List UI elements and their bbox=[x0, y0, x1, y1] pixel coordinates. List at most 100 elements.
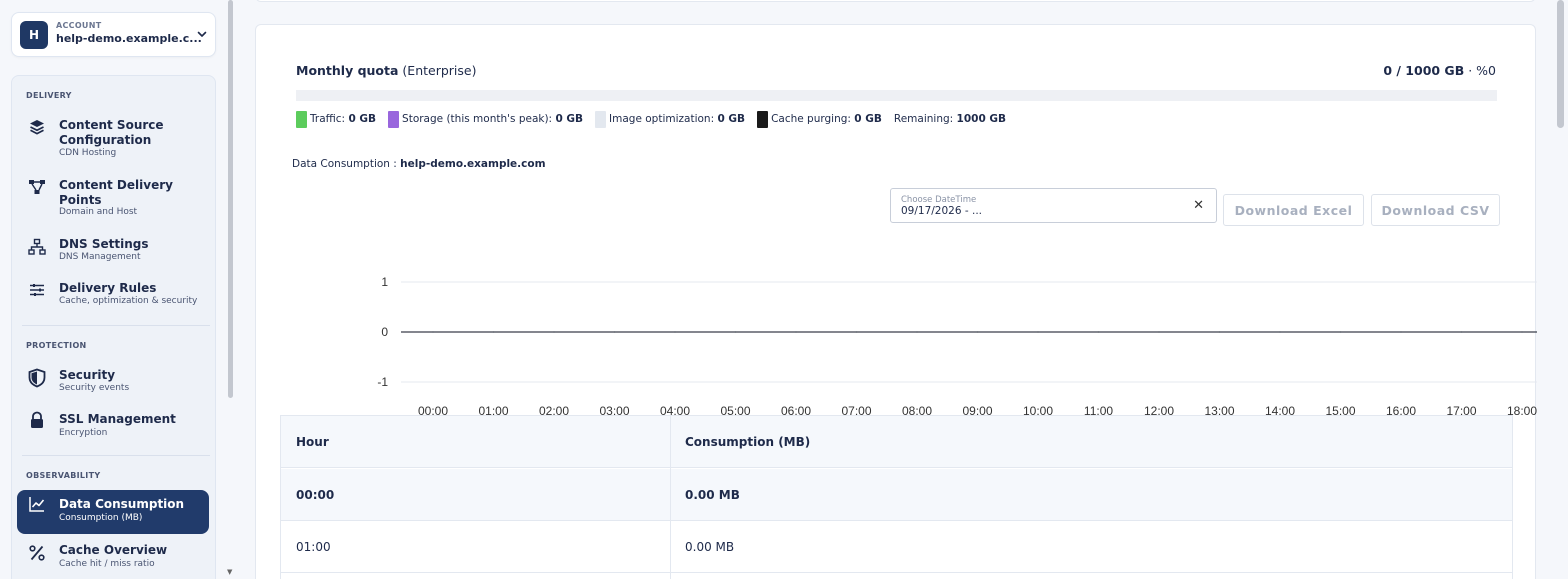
x-tick-label: 15:00 bbox=[1325, 404, 1355, 415]
data-point bbox=[1279, 331, 1281, 333]
section-label-protection: PROTECTION bbox=[26, 341, 87, 350]
scroll-down-arrow-icon[interactable]: ▼ bbox=[227, 568, 232, 576]
legend-swatch bbox=[757, 110, 769, 128]
sidebar-item-subtitle: Security events bbox=[59, 383, 130, 393]
table-cell-consumption: 0.00 MB bbox=[685, 540, 735, 554]
datetime-picker[interactable]: Choose DateTime 09/17/2026 - ... ✕ bbox=[890, 188, 1217, 223]
data-point bbox=[1339, 331, 1342, 333]
sidebar-item-content-source[interactable]: Content Source Configuration CDN Hosting bbox=[17, 114, 209, 162]
sidebar-item-data-consumption[interactable]: Data Consumption Consumption (MB) bbox=[17, 490, 209, 534]
account-name: help-demo.example.c... bbox=[56, 32, 202, 45]
sitemap-icon bbox=[27, 237, 47, 257]
lock-icon bbox=[27, 410, 47, 430]
x-tick-label: 02:00 bbox=[539, 404, 569, 415]
sidebar-item-subtitle: Encryption bbox=[59, 428, 108, 438]
data-point bbox=[855, 331, 858, 333]
quota-title-label: Monthly quota bbox=[296, 63, 399, 78]
legend-swatch bbox=[296, 110, 307, 128]
sliders-icon bbox=[27, 280, 47, 300]
sidebar-item-dns-settings[interactable]: DNS Settings DNS Management bbox=[17, 234, 209, 268]
x-tick-label: 18:00 bbox=[1507, 404, 1537, 415]
network-icon bbox=[27, 177, 47, 197]
quota-legend: Traffic: 0 GB Storage (this month's peak… bbox=[296, 110, 1018, 128]
data-point bbox=[492, 331, 495, 333]
table-row: 01:00 0.00 MB bbox=[281, 521, 1512, 573]
y-tick-label: 0 bbox=[381, 325, 388, 339]
legend-item-storage: Storage (this month's peak): 0 GB bbox=[388, 110, 583, 128]
data-point bbox=[432, 331, 434, 333]
legend-value: 0 GB bbox=[854, 113, 882, 125]
sidebar-item-delivery-rules[interactable]: Delivery Rules Cache, optimization & sec… bbox=[17, 278, 209, 312]
quota-plan: (Enterprise) bbox=[402, 63, 477, 78]
table-cell-hour: 01:00 bbox=[296, 540, 331, 554]
x-tick-label: 11:00 bbox=[1084, 404, 1113, 415]
sidebar-item-label: Content Delivery Points bbox=[59, 178, 173, 207]
consumption-chart: 1 0 -1 00:00 01:00 02:00 03:00 04:00 05:00 06:00 0… bbox=[377, 275, 1537, 415]
consumption-domain: help-demo.example.com bbox=[400, 158, 546, 170]
x-tick-label: 12:00 bbox=[1144, 404, 1174, 415]
shield-icon bbox=[27, 368, 47, 388]
chart-line-icon bbox=[27, 494, 47, 514]
legend-item-image-optimization: Image optimization: 0 GB bbox=[595, 110, 746, 128]
percent-icon bbox=[27, 543, 47, 563]
x-tick-label: 07:00 bbox=[841, 404, 871, 415]
data-point bbox=[976, 331, 979, 333]
x-tick-label: 05:00 bbox=[720, 404, 750, 415]
x-tick-label: 04:00 bbox=[660, 404, 690, 415]
data-point bbox=[1097, 331, 1100, 333]
page-scrollbar[interactable] bbox=[1557, 0, 1564, 128]
sidebar-item-ssl-management[interactable]: SSL Management Encryption bbox=[17, 409, 209, 443]
quota-progress-bar bbox=[296, 90, 1497, 101]
table-header-row: Hour Consumption (MB) bbox=[281, 416, 1512, 468]
section-label-observability: OBSERVABILITY bbox=[26, 471, 101, 480]
x-tick-label: 17:00 bbox=[1446, 404, 1476, 415]
data-point bbox=[613, 331, 616, 333]
sidebar-item-subtitle: Cache, optimization & security bbox=[59, 296, 198, 306]
sidebar-item-subtitle: DNS Management bbox=[59, 252, 141, 262]
sidebar-item-security[interactable]: Security Security events bbox=[17, 365, 209, 399]
legend-item-cache-purging: Cache purging: 0 GB bbox=[757, 110, 882, 128]
sidebar-scrollbar[interactable] bbox=[228, 0, 233, 398]
data-point bbox=[1037, 331, 1039, 333]
datetime-picker-value: 09/17/2026 - ... bbox=[901, 205, 982, 217]
quota-percent: · %0 bbox=[1468, 63, 1496, 78]
datetime-picker-label: Choose DateTime bbox=[901, 195, 977, 205]
sidebar-item-subtitle: CDN Hosting bbox=[59, 148, 117, 158]
sidebar-item-label: Cache Overview bbox=[59, 543, 168, 557]
table-cell-consumption: 0.00 MB bbox=[685, 488, 740, 502]
data-consumption-panel: Monthly quota (Enterprise) 0 / 1000 GB ·… bbox=[255, 24, 1537, 579]
x-tick-label: 10:00 bbox=[1023, 404, 1053, 415]
download-csv-button[interactable]: Download CSV bbox=[1371, 194, 1500, 226]
sidebar-item-cache-overview[interactable]: Cache Overview Cache hit / miss ratio bbox=[17, 540, 209, 574]
chevron-down-icon[interactable] bbox=[195, 27, 209, 41]
quota-usage: 0 / 1000 GB bbox=[1383, 63, 1465, 78]
download-excel-button[interactable]: Download Excel bbox=[1223, 194, 1364, 226]
legend-value: 0 GB bbox=[717, 113, 746, 125]
section-divider bbox=[22, 325, 210, 326]
legend-label: Image optimization: bbox=[609, 113, 715, 125]
sidebar-item-content-delivery[interactable]: Content Delivery Points Domain and Host bbox=[17, 174, 209, 222]
previous-card-edge bbox=[255, 0, 1536, 2]
legend-label: Traffic: bbox=[310, 113, 346, 125]
y-tick-label: 1 bbox=[381, 275, 388, 289]
column-header-consumption: Consumption (MB) bbox=[685, 435, 811, 449]
x-tick-label: 06:00 bbox=[781, 404, 811, 415]
consumption-heading: Data Consumption : help-demo.example.com bbox=[292, 158, 546, 170]
clear-icon[interactable]: ✕ bbox=[1193, 198, 1204, 213]
legend-item-traffic: Traffic: 0 GB bbox=[296, 110, 376, 128]
legend-item-remaining: Remaining: 1000 GB bbox=[894, 113, 1006, 125]
account-switcher[interactable]: H ACCOUNT help-demo.example.c... bbox=[11, 12, 216, 57]
sidebar-item-label: Content Source Configuration bbox=[59, 118, 164, 147]
column-header-hour: Hour bbox=[296, 435, 329, 449]
x-tick-label: 03:00 bbox=[599, 404, 629, 415]
x-tick-label: 13:00 bbox=[1204, 404, 1234, 415]
data-point bbox=[916, 331, 918, 333]
table-cell-hour: 00:00 bbox=[296, 488, 335, 502]
x-tick-label: 00:00 bbox=[418, 404, 448, 415]
section-divider bbox=[22, 455, 210, 456]
x-tick-label: 08:00 bbox=[902, 404, 932, 415]
legend-label: Remaining: bbox=[893, 113, 954, 125]
quota-total: 0 / 1000 GB · %0 bbox=[1383, 63, 1496, 78]
consumption-table: Hour Consumption (MB) 00:00 0.00 MB 01:0… bbox=[280, 415, 1513, 579]
sidebar-item-label: Delivery Rules bbox=[59, 281, 157, 295]
